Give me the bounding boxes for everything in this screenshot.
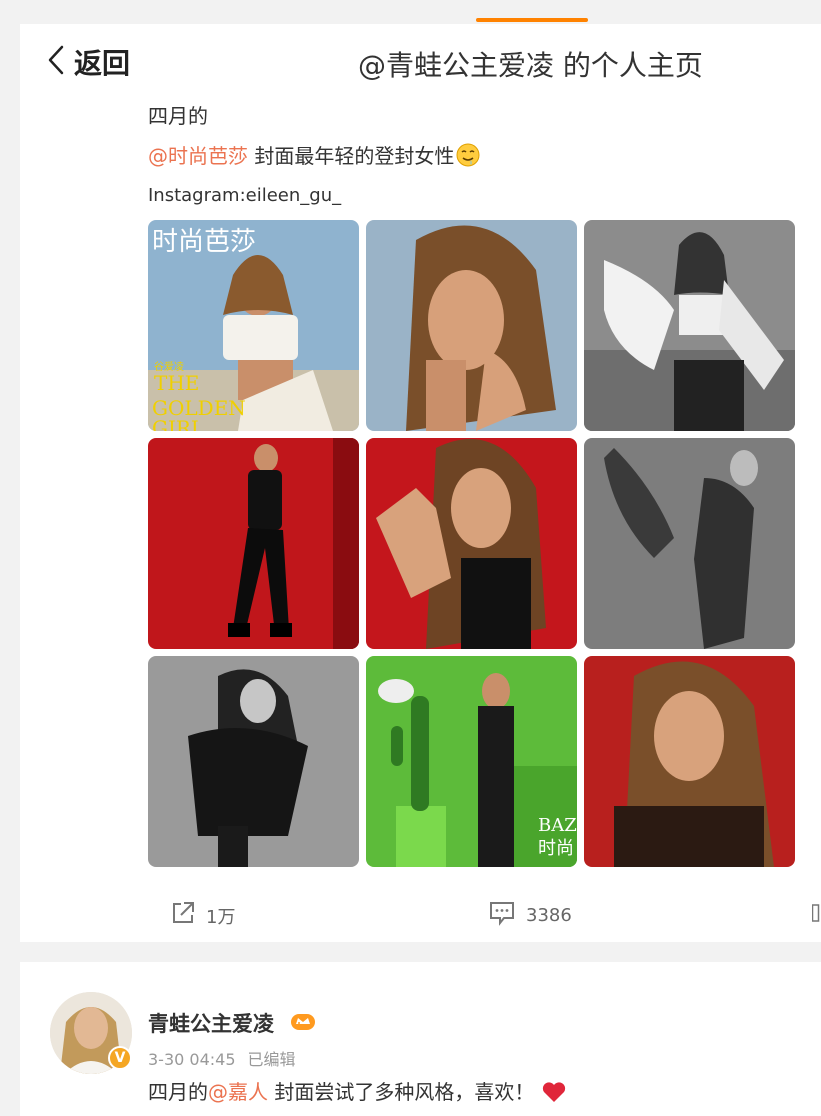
comment-count: 3386 <box>526 905 572 926</box>
more-button[interactable] <box>811 904 820 927</box>
post-actions: 1万 3386 <box>20 892 821 932</box>
top-bar: 返回 @青蛙公主爱凌 的个人主页 <box>20 24 821 96</box>
crown-badge-icon <box>290 1010 316 1036</box>
chevron-left-icon <box>46 44 66 80</box>
post2-text: 四月的@嘉人 封面尝试了多种风格，喜欢！ <box>148 1076 567 1105</box>
back-label: 返回 <box>74 47 131 80</box>
photo-6[interactable] <box>584 438 795 649</box>
user-name[interactable]: 青蛙公主爱凌 <box>148 1008 274 1038</box>
post-card: 返回 @青蛙公主爱凌 的个人主页 四月的 @时尚芭莎 封面最年轻的登封女性 In… <box>20 24 821 942</box>
post-line-3: Instagram:eileen_gu_ <box>148 185 342 206</box>
photo-2[interactable] <box>366 220 577 431</box>
drool-emoji-icon <box>456 140 480 167</box>
post-line-2-text: 封面最年轻的登封女性 <box>248 144 455 168</box>
photo-4[interactable] <box>148 438 359 649</box>
cover-masthead: 时尚芭莎 <box>152 227 256 257</box>
mention-link[interactable]: @时尚芭莎 <box>148 144 248 168</box>
cover-girl: GIRL <box>152 416 204 431</box>
page-title: @青蛙公主爱凌 的个人主页 <box>358 49 703 82</box>
photo-7[interactable] <box>148 656 359 867</box>
share-icon <box>170 900 196 931</box>
post-text: 四月的 @时尚芭莎 封面最年轻的登封女性 Instagram:eileen_gu… <box>148 96 798 216</box>
post-line-1: 四月的 <box>148 104 208 128</box>
photo-8[interactable]: BAZ 时尚 <box>366 656 577 867</box>
post-card-2: V 青蛙公主爱凌 3-30 04:45 已编辑 四月的@嘉人 封面尝试了多种风格，… <box>20 962 821 1116</box>
post2-text-post: 封面尝试了多种风格，喜欢！ <box>268 1080 535 1104</box>
share-button[interactable]: 1万 <box>170 900 235 931</box>
photo-9[interactable] <box>584 656 795 867</box>
heart-icon <box>541 1080 567 1104</box>
post-line-2: @时尚芭莎 封面最年轻的登封女性 <box>148 136 798 176</box>
post2-text-pre: 四月的 <box>148 1080 208 1104</box>
photo-5[interactable] <box>366 438 577 649</box>
photo-corner-baz: BAZ <box>538 815 577 836</box>
photo-3[interactable] <box>584 220 795 431</box>
post-meta: 3-30 04:45 已编辑 <box>148 1046 296 1070</box>
more-icon <box>811 904 820 927</box>
comment-button[interactable]: 3386 <box>488 900 572 931</box>
comment-icon <box>488 900 516 931</box>
photo-grid: 时尚芭莎 谷爱凌 THE GOLDEN GIRL BAZ 时尚 <box>148 220 796 868</box>
cover-the: THE <box>154 371 199 395</box>
photo-1[interactable]: 时尚芭莎 谷爱凌 THE GOLDEN GIRL <box>148 220 359 431</box>
share-count: 1万 <box>206 906 236 928</box>
photo-corner-text: 时尚 <box>538 838 574 859</box>
mention-link-2[interactable]: @嘉人 <box>208 1080 268 1104</box>
tab-indicator <box>476 18 588 22</box>
post-time: 3-30 04:45 <box>148 1050 236 1069</box>
edited-label: 已编辑 <box>247 1050 296 1069</box>
verified-badge-icon: V <box>108 1046 132 1070</box>
back-button[interactable]: 返回 <box>46 42 130 82</box>
